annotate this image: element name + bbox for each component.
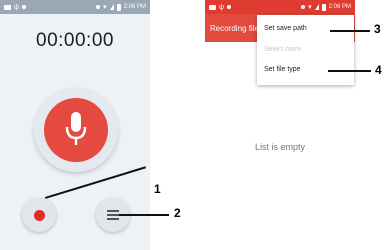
menu-item-set-save-path[interactable]: Set save path bbox=[264, 25, 307, 32]
list-menu-icon-bar bbox=[107, 214, 119, 216]
list-menu-icon bbox=[107, 210, 119, 212]
microphone-icon bbox=[65, 112, 87, 145]
status-bar: ψ ▾ 2:06 PM bbox=[0, 0, 150, 14]
wifi-icon: ▾ bbox=[103, 4, 107, 11]
usb-icon: ψ bbox=[219, 3, 224, 11]
status-time: 2:06 PM bbox=[123, 4, 146, 10]
app-title: Recording file bbox=[210, 24, 259, 33]
record-dot-icon bbox=[34, 210, 45, 221]
callout-label-2: 2 bbox=[174, 206, 181, 220]
menu-item-select-more: Select more bbox=[264, 46, 302, 53]
alarm-icon bbox=[96, 5, 101, 9]
empty-list-message: List is empty bbox=[254, 142, 305, 152]
location-icon bbox=[227, 5, 231, 9]
signal-icon bbox=[109, 4, 114, 10]
usb-icon: ψ bbox=[14, 3, 19, 11]
callout-line-2 bbox=[119, 214, 169, 216]
callout-label-3: 3 bbox=[374, 22, 381, 36]
recording-timer: 00:00:00 bbox=[36, 30, 114, 51]
notification-icon bbox=[4, 4, 11, 10]
alarm-icon bbox=[301, 5, 306, 9]
notification-icon bbox=[209, 4, 216, 10]
callout-label-4: 4 bbox=[375, 63, 382, 77]
wifi-icon: ▾ bbox=[308, 4, 312, 11]
list-menu-icon-bar bbox=[107, 218, 119, 220]
battery-icon bbox=[116, 3, 121, 11]
menu-item-set-file-type[interactable]: Set file type bbox=[264, 66, 301, 73]
battery-icon bbox=[321, 3, 326, 11]
location-icon bbox=[22, 5, 26, 9]
signal-icon bbox=[314, 4, 319, 10]
status-bar: ψ ▾ 2:06 PM bbox=[205, 0, 355, 14]
status-time: 2:06 PM bbox=[328, 4, 351, 10]
callout-label-1: 1 bbox=[154, 182, 161, 196]
callout-line-4 bbox=[328, 70, 371, 72]
callout-line-3 bbox=[330, 30, 370, 32]
